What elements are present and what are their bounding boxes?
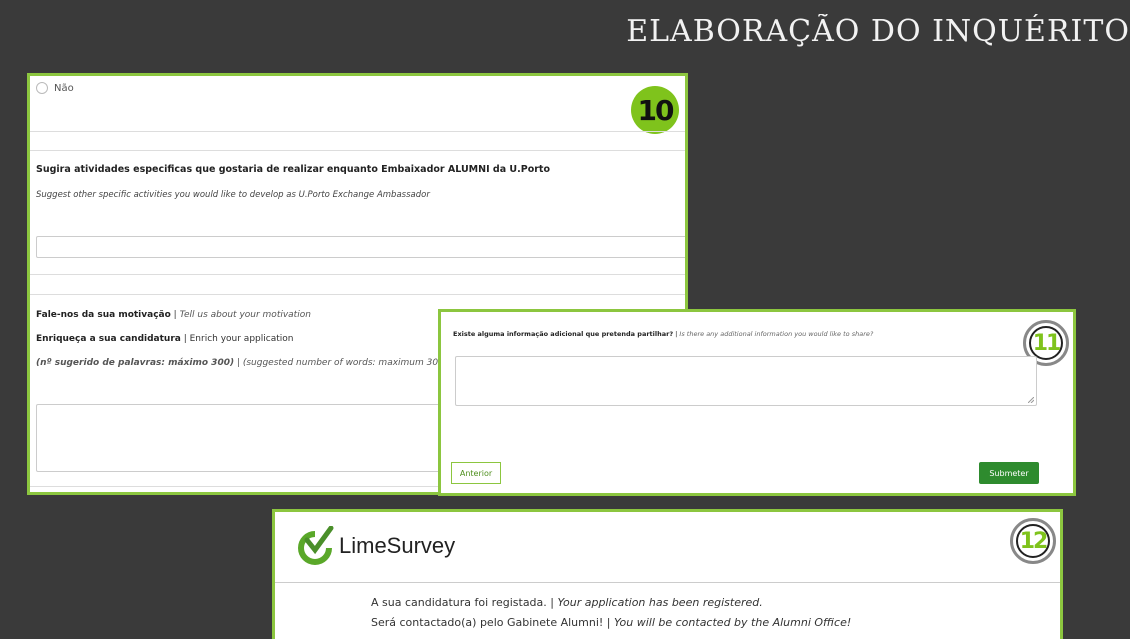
motivation-textarea[interactable] <box>36 404 456 472</box>
registered-message-en: Your application has been registered. <box>557 596 763 609</box>
resize-handle-icon[interactable] <box>1028 397 1034 403</box>
divider <box>30 131 685 132</box>
question-additional-info-en: Is there any additional information you … <box>679 330 874 338</box>
lime-logo-icon <box>298 526 334 565</box>
motivation-label: Fale-nos da sua motivação <box>36 310 171 320</box>
motivation-label-en: Tell us about your motivation <box>179 310 311 320</box>
logo-text: LimeSurvey <box>339 533 456 558</box>
divider <box>30 274 685 275</box>
slide-title: ELABORAÇÃO DO INQUÉRITO <box>626 14 1130 49</box>
question-additional-info-pt: Existe alguma informação adicional que p… <box>453 330 674 338</box>
step-badge-11-number: 11 <box>1029 326 1063 360</box>
submit-button[interactable]: Submeter <box>979 462 1039 484</box>
limesurvey-logo: LimeSurvey <box>295 526 455 566</box>
activities-text-field[interactable] <box>36 236 685 258</box>
radio-label: Não <box>54 82 74 94</box>
step-badge-12: 12 <box>1010 518 1056 564</box>
radio-option-nao[interactable]: Não <box>36 82 74 94</box>
survey-panel-11: Existe alguma informação adicional que p… <box>438 309 1076 496</box>
enrich-label: Enriqueça a sua candidatura <box>36 334 181 344</box>
word-count-en: | (suggested number of words: maximum 30… <box>234 358 448 368</box>
contact-message-en: You will be contacted by the Alumni Offi… <box>614 616 852 629</box>
question-motivation: Fale-nos da sua motivação | Tell us abou… <box>36 310 311 320</box>
additional-info-textarea[interactable] <box>455 356 1037 406</box>
previous-button[interactable]: Anterior <box>451 462 501 484</box>
question-enrich: Enriqueça a sua candidatura | Enrich you… <box>36 334 293 344</box>
question-title-activities: Sugira atividades especificas que gostar… <box>36 164 550 175</box>
step-badge-12-number: 12 <box>1016 524 1050 558</box>
question-subtitle-activities: Suggest other specific activities you wo… <box>36 190 430 200</box>
step-badge-10: 10 <box>631 86 679 134</box>
registered-message: A sua candidatura foi registada. | Your … <box>371 596 763 609</box>
divider <box>30 294 685 295</box>
contact-message: Será contactado(a) pelo Gabinete Alumni!… <box>371 616 851 629</box>
registered-message-pt: A sua candidatura foi registada. | <box>371 596 558 609</box>
contact-message-pt: Será contactado(a) pelo Gabinete Alumni!… <box>371 616 615 629</box>
divider <box>275 582 1060 583</box>
word-count-hint: (nº sugerido de palavras: máximo 300) | … <box>36 358 447 368</box>
divider <box>30 150 685 151</box>
confirmation-panel-12: LimeSurvey 12 A sua candidatura foi regi… <box>272 509 1063 639</box>
question-additional-info: Existe alguma informação adicional que p… <box>453 330 873 338</box>
separator: | <box>170 310 180 320</box>
enrich-label-en: | Enrich your application <box>180 334 294 344</box>
radio-button[interactable] <box>36 82 48 94</box>
word-count-pt: (nº sugerido de palavras: máximo 300) <box>36 358 235 368</box>
